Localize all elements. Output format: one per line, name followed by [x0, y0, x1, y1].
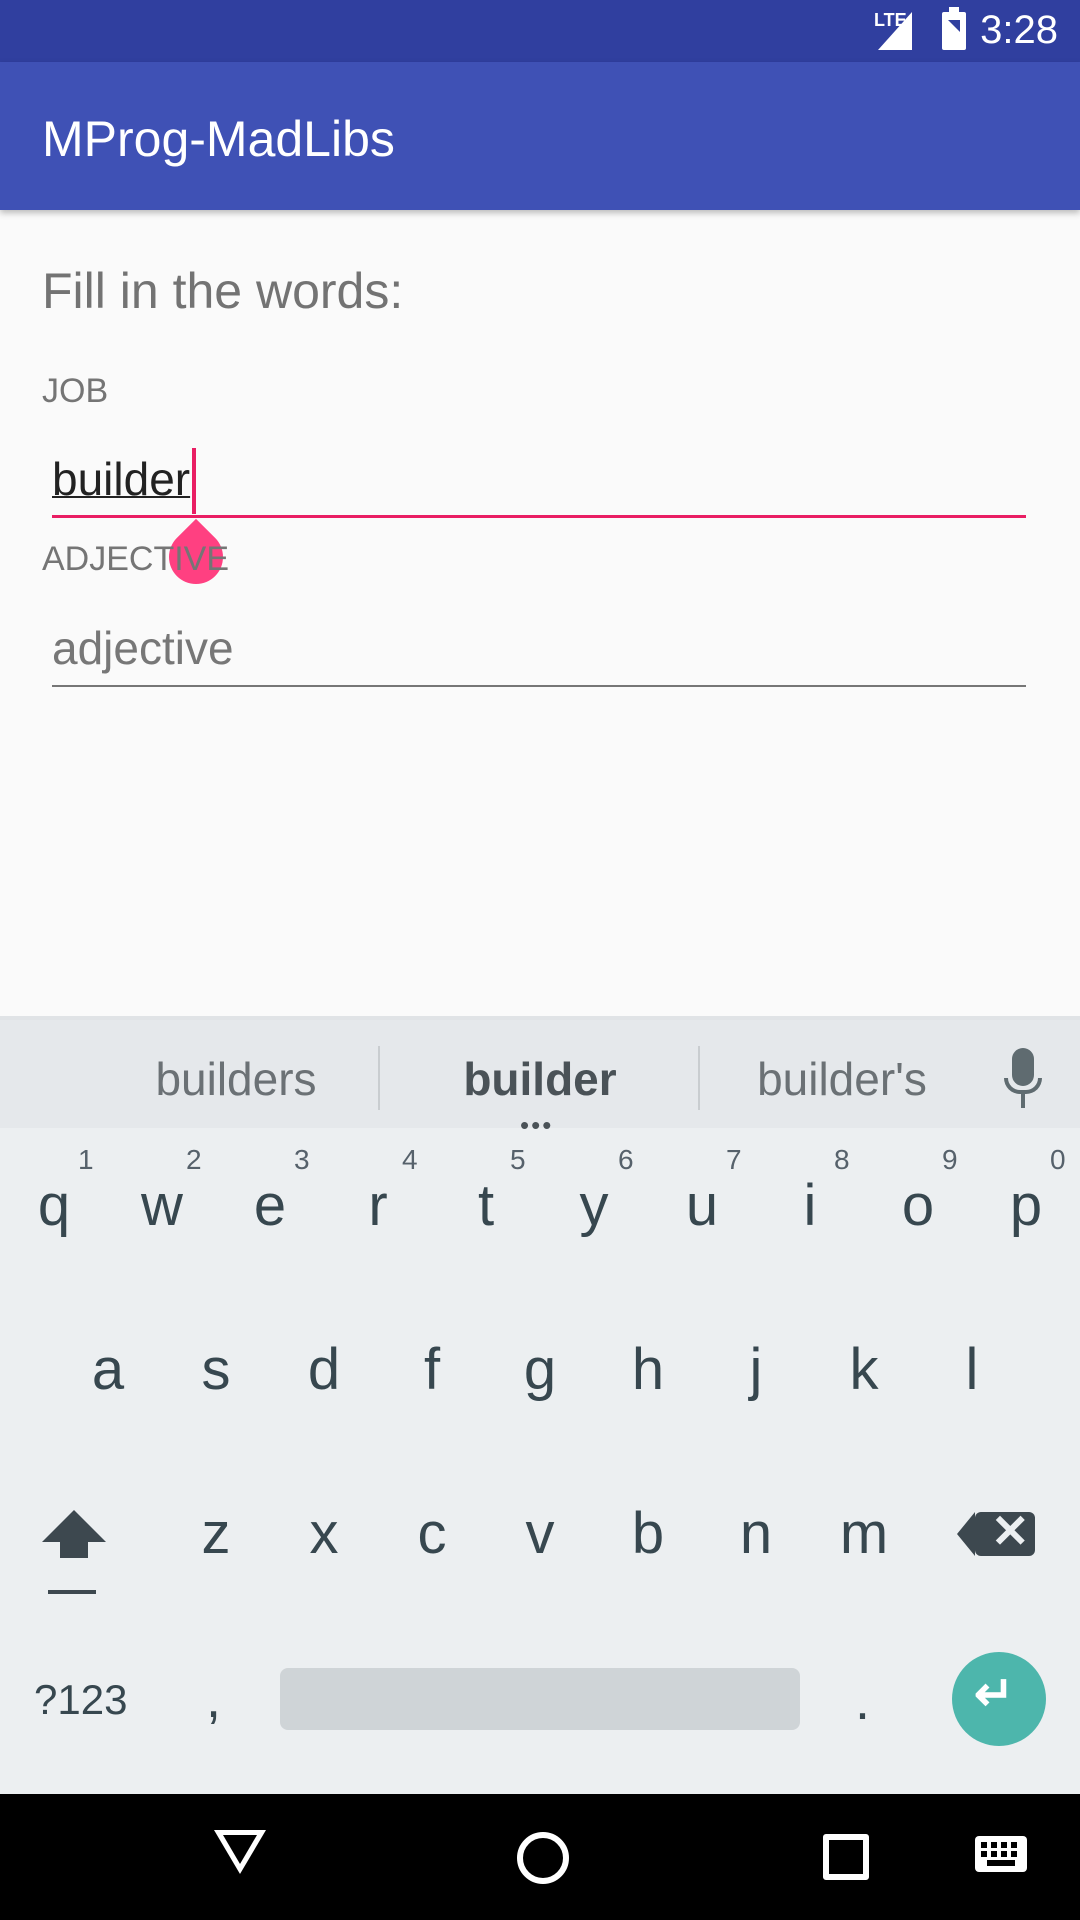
- adjective-input[interactable]: adjective: [52, 615, 1026, 687]
- job-input[interactable]: builder: [52, 446, 1026, 596]
- shift-icon-stem: [60, 1542, 88, 1558]
- home-icon[interactable]: [517, 1832, 569, 1884]
- job-input-underline: [52, 515, 1026, 518]
- key-t[interactable]: t: [458, 1172, 514, 1239]
- key-q[interactable]: q: [26, 1172, 82, 1239]
- key-i[interactable]: i: [782, 1172, 838, 1239]
- adjective-input-placeholder: adjective: [52, 622, 234, 674]
- key-r[interactable]: r: [350, 1172, 406, 1239]
- suggestion-builders[interactable]: builders: [86, 1052, 386, 1106]
- key-u[interactable]: u: [674, 1172, 730, 1239]
- app-title: MProg-MadLibs: [42, 111, 395, 167]
- symbols-key[interactable]: ?123: [34, 1676, 127, 1724]
- form-heading: Fill in the words:: [42, 263, 404, 319]
- period-key[interactable]: .: [855, 1670, 870, 1732]
- key-a[interactable]: a: [80, 1336, 136, 1403]
- adjective-input-underline: [52, 685, 1026, 687]
- space-bar[interactable]: [280, 1668, 800, 1730]
- key-j[interactable]: j: [728, 1336, 784, 1403]
- enter-icon: ↵: [974, 1668, 1015, 1721]
- backspace-icon[interactable]: ✕: [957, 1505, 1035, 1557]
- network-type: LTE: [874, 10, 907, 30]
- key-c[interactable]: c: [404, 1500, 460, 1567]
- status-bar: LTE 3:28: [0, 0, 1080, 62]
- key-l[interactable]: l: [944, 1336, 1000, 1403]
- suggestion-strip: builders builder builder's •••: [0, 1016, 1080, 1140]
- app-bar: MProg-MadLibs: [0, 62, 1080, 210]
- key-b[interactable]: b: [620, 1500, 676, 1567]
- comma-key[interactable]: ,: [206, 1668, 221, 1730]
- key-p[interactable]: p: [998, 1172, 1054, 1239]
- adjective-label: ADJECTIVE: [42, 540, 230, 578]
- key-f[interactable]: f: [404, 1336, 460, 1403]
- key-n[interactable]: n: [728, 1500, 784, 1567]
- job-input-value: builder: [52, 453, 191, 505]
- back-icon[interactable]: [214, 1830, 266, 1874]
- suggestion-builder[interactable]: builder: [390, 1052, 690, 1106]
- key-z[interactable]: z: [188, 1500, 244, 1567]
- text-cursor: [192, 448, 196, 514]
- key-w[interactable]: w: [134, 1172, 190, 1239]
- recents-icon[interactable]: [823, 1834, 869, 1880]
- enter-key[interactable]: ↵: [952, 1652, 1046, 1746]
- battery-icon: [942, 7, 966, 50]
- job-label: JOB: [42, 372, 109, 410]
- suggestion-builders-possessive[interactable]: builder's: [692, 1052, 992, 1106]
- microphone-icon[interactable]: [1004, 1048, 1042, 1108]
- key-k[interactable]: k: [836, 1336, 892, 1403]
- key-d[interactable]: d: [296, 1336, 352, 1403]
- clock: 3:28: [980, 8, 1058, 52]
- key-o[interactable]: o: [890, 1172, 946, 1239]
- key-g[interactable]: g: [512, 1336, 568, 1403]
- navigation-bar: [0, 1794, 1080, 1920]
- suggestion-divider: [378, 1046, 380, 1110]
- key-m[interactable]: m: [836, 1500, 892, 1567]
- key-y[interactable]: y: [566, 1172, 622, 1239]
- shift-icon[interactable]: [42, 1510, 106, 1542]
- keyboard-switch-icon[interactable]: [975, 1836, 1027, 1872]
- shift-indicator: [48, 1590, 96, 1594]
- key-e[interactable]: e: [242, 1172, 298, 1239]
- more-suggestions-icon: •••: [520, 1110, 554, 1140]
- key-h[interactable]: h: [620, 1336, 676, 1403]
- key-x[interactable]: x: [296, 1500, 352, 1567]
- key-v[interactable]: v: [512, 1500, 568, 1567]
- madlibs-form: Fill in the words: JOB builder ADJECTIVE…: [0, 210, 1080, 1016]
- key-s[interactable]: s: [188, 1336, 244, 1403]
